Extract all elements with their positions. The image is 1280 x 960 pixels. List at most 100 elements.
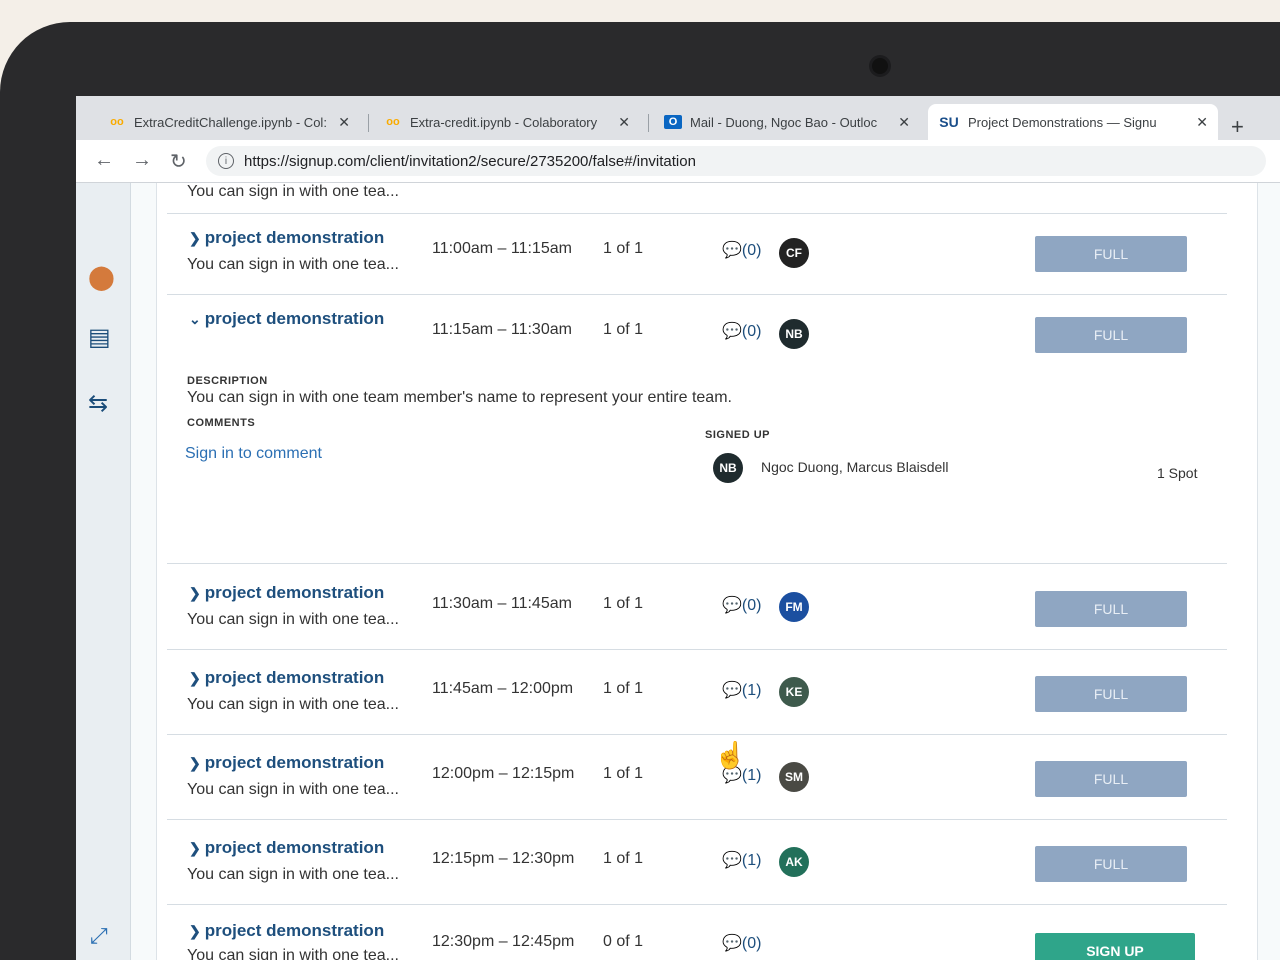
full-button: FULL [1035,317,1187,353]
description-label: DESCRIPTION [187,375,268,387]
reload-icon[interactable]: ↻ [170,149,187,174]
tab-extra-credit-challenge[interactable]: oo ExtraCreditChallenge.ipynb - Col: ✕ [98,104,360,140]
chevron-right-icon: ❯ [189,923,201,939]
slot-title-text: project demonstration [204,753,385,772]
slot-count: 1 of 1 [603,850,644,867]
tab-project-demonstrations[interactable]: SU Project Demonstrations — Signu ✕ [928,104,1218,140]
full-button: FULL [1035,591,1187,627]
slot-title-text: project demonstration [204,228,385,247]
tab-bar: oo ExtraCreditChallenge.ipynb - Col: ✕ o… [76,96,1280,140]
slot-row-expanded[interactable]: ⌄ project demonstration 11:15am – 11:30am… [167,295,1227,373]
tab-separator [368,114,369,132]
slot-title-text: project demonstration [204,309,385,328]
full-button: FULL [1035,761,1187,797]
avatar: CF [779,238,809,268]
slot-row[interactable]: ❯ project demonstration You can sign in w… [167,820,1227,905]
slot-description: You can sign in with one tea... [187,256,399,273]
tab-title: Mail - Duong, Ngoc Bao - Outloc [690,114,878,130]
slot-row[interactable]: ❯ project demonstration You can sign in w… [167,565,1227,650]
info-icon[interactable]: i [218,153,234,169]
outlook-icon: O [664,115,682,129]
location-pin-icon[interactable]: ⬤ [88,263,115,292]
expand-icon[interactable]: ⤢ [90,923,108,949]
comments-label: COMMENTS [187,417,256,429]
signed-up-label: SIGNED UP [705,429,771,441]
webcam [872,58,888,74]
avatar: KE [779,677,809,707]
comments-link[interactable]: 💬(1) [722,850,761,870]
slot-full-description: You can sign in with one team member's n… [187,389,732,406]
left-rail: ⬤ ▤ ⇆ [76,183,131,960]
navigation-bar: ← → ↻ i https://signup.com/client/invita… [76,140,1280,183]
slot-time: 11:45am – 12:00pm [432,680,574,697]
signed-up-names: Ngoc Duong, Marcus Blaisdell [761,459,949,475]
comments-link[interactable]: 💬(0) [722,240,761,260]
slot-title-text: project demonstration [204,838,385,857]
sign-in-to-comment-link[interactable]: Sign in to comment [185,445,322,463]
avatar: SM [779,762,809,792]
avatar: NB [713,453,743,483]
tab-mail[interactable]: O Mail - Duong, Ngoc Bao - Outloc ✕ [654,104,920,140]
swap-icon[interactable]: ⇆ [88,389,108,418]
comment-icon: 💬 [722,852,742,869]
comment-count: (1) [741,682,762,699]
tab-extra-credit[interactable]: oo Extra-credit.ipynb - Colaboratory ✕ [374,104,640,140]
comment-icon: 💬 [722,682,742,699]
new-tab-icon[interactable]: + [1231,114,1244,140]
comments-link[interactable]: 💬(0) [722,321,761,341]
slot-count: 1 of 1 [603,765,644,782]
close-icon[interactable]: ✕ [618,114,630,131]
comments-link[interactable]: 💬(0) [722,933,761,953]
close-icon[interactable]: ✕ [1196,114,1208,131]
chevron-right-icon: ❯ [189,755,201,771]
slot-description: You can sign in with one tea... [187,183,399,200]
slot-description: You can sign in with one tea... [187,947,399,960]
full-button: FULL [1035,236,1187,272]
slot-title-text: project demonstration [204,583,385,602]
comments-link[interactable]: 💬(0) [722,595,761,615]
contact-card-icon[interactable]: ▤ [88,323,111,352]
slot-title[interactable]: ❯ project demonstration [189,753,384,773]
colab-icon: oo [386,116,400,128]
slot-count: 1 of 1 [603,680,644,697]
slot-title[interactable]: ❯ project demonstration [189,921,384,941]
comments-link[interactable]: 💬(1) [722,680,761,700]
comment-icon: 💬 [722,935,742,952]
slot-row[interactable]: ❯ project demonstration You can sign in w… [167,905,1227,960]
slot-count: 0 of 1 [603,933,644,950]
slot-row[interactable]: ❯ project demonstration You can sign in w… [167,650,1227,735]
slot-time: 12:00pm – 12:15pm [432,765,575,782]
tab-title: ExtraCreditChallenge.ipynb - Col: [134,114,327,130]
url-text: https://signup.com/client/invitation2/se… [244,152,696,170]
slot-time: 12:30pm – 12:45pm [432,933,575,950]
full-button: FULL [1035,676,1187,712]
chevron-down-icon: ⌄ [189,311,201,327]
slot-title-text: project demonstration [204,668,385,687]
close-icon[interactable]: ✕ [338,114,350,131]
slot-row[interactable]: ❯ project demonstration You can sign in w… [167,735,1227,820]
slot-title[interactable]: ❯ project demonstration [189,668,384,688]
forward-icon[interactable]: → [132,149,152,172]
slot-title[interactable]: ❯ project demonstration [189,583,384,603]
chevron-right-icon: ❯ [189,585,201,601]
signup-icon: SU [939,114,959,130]
avatar: FM [779,592,809,622]
slot-row[interactable]: ❯ project demonstration You can sign in w… [167,214,1227,295]
slot-count: 1 of 1 [603,321,644,338]
comment-icon: 💬 [722,597,742,614]
sign-up-button[interactable]: SIGN UP [1035,933,1195,960]
avatar: AK [779,847,809,877]
slot-title[interactable]: ❯ project demonstration [189,228,384,248]
comment-icon: 💬 [722,323,742,340]
chevron-right-icon: ❯ [189,230,201,246]
slot-title[interactable]: ⌄ project demonstration [189,309,384,329]
close-icon[interactable]: ✕ [898,114,910,131]
address-bar[interactable]: i https://signup.com/client/invitation2/… [206,146,1266,176]
chevron-right-icon: ❯ [189,840,201,856]
signup-page: ⬤ ▤ ⇆ You can sign in with one tea... ❯ p… [76,183,1280,960]
slot-count: 1 of 1 [603,595,644,612]
comment-count: (0) [741,242,762,259]
slot-description: You can sign in with one tea... [187,611,399,628]
back-icon[interactable]: ← [94,149,114,172]
slot-title[interactable]: ❯ project demonstration [189,838,384,858]
